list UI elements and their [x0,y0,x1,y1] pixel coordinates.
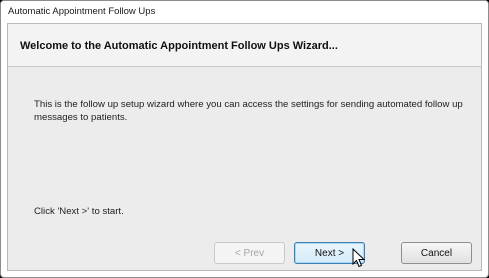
prev-button[interactable]: < Prev [214,242,285,264]
title-bar[interactable]: Automatic Appointment Follow Ups [1,1,488,23]
wizard-window: Automatic Appointment Follow Ups Welcome… [0,0,489,278]
wizard-header-title: Welcome to the Automatic Appointment Fol… [20,40,338,52]
wizard-description: This is the follow up setup wizard where… [34,99,463,123]
mouse-pointer-icon [352,248,366,268]
window-title: Automatic Appointment Follow Ups [8,6,156,17]
cancel-button[interactable]: Cancel [401,242,472,264]
wizard-content-panel: Welcome to the Automatic Appointment Fol… [7,23,482,271]
start-hint: Click 'Next >' to start. [34,206,124,217]
wizard-header: Welcome to the Automatic Appointment Fol… [8,24,481,67]
